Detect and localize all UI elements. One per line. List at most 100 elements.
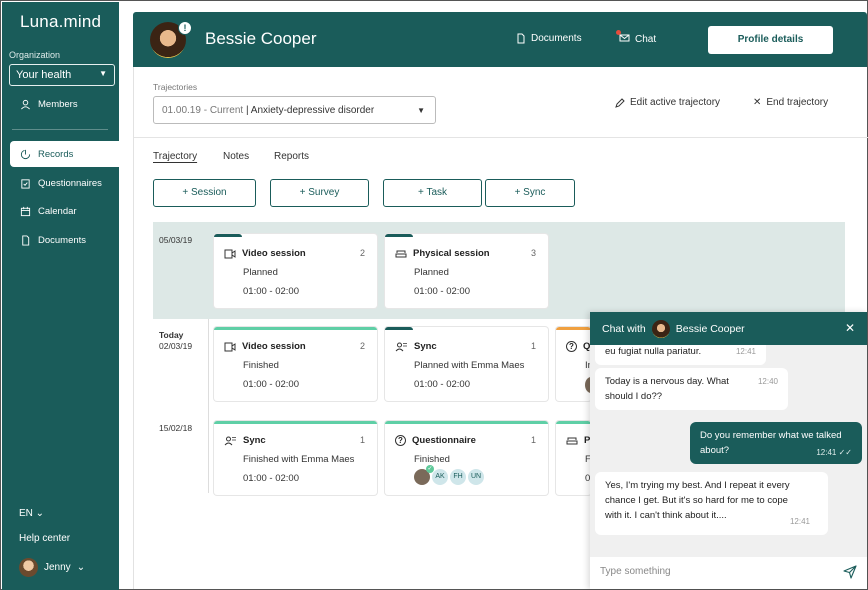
session-card[interactable]: P F 0 bbox=[556, 421, 591, 495]
patient-name: Bessie Cooper bbox=[205, 29, 317, 48]
help-circle-icon: ? bbox=[566, 341, 577, 352]
video-icon bbox=[224, 342, 236, 351]
sync-card[interactable]: Sync 1 Finished with Emma Maes 01:00 - 0… bbox=[214, 421, 377, 495]
sync-card[interactable]: Sync 1 Planned with Emma Maes 01:00 - 02… bbox=[385, 327, 548, 401]
sidebar-item-documents[interactable]: Documents bbox=[2, 227, 119, 253]
tab-trajectory[interactable]: Trajectory bbox=[153, 151, 197, 162]
document-icon bbox=[517, 33, 525, 44]
documents-link[interactable]: Documents bbox=[516, 33, 582, 44]
date-label: 05/03/19 bbox=[159, 235, 193, 245]
questionnaire-card[interactable]: ? Questionnaire 1 Finished ✓ AK FH UN bbox=[385, 421, 548, 495]
status-bar bbox=[556, 327, 591, 330]
members-icon bbox=[21, 99, 30, 109]
avatar-initials: FH bbox=[450, 469, 466, 485]
card-status: Planned bbox=[243, 267, 278, 278]
timeline-line bbox=[208, 319, 209, 493]
chat-title: Chat with bbox=[602, 322, 646, 335]
clipboard-icon bbox=[21, 178, 30, 189]
card-time: 01:00 - 02:00 bbox=[243, 286, 299, 297]
couch-icon bbox=[566, 437, 578, 444]
organization-label: Organization bbox=[9, 50, 61, 60]
card-time: 01:00 - 02:00 bbox=[243, 473, 299, 484]
divider bbox=[134, 137, 868, 138]
status-bar bbox=[214, 327, 377, 330]
sidebar-item-label: Documents bbox=[38, 234, 87, 246]
sidebar-item-calendar[interactable]: Calendar bbox=[2, 198, 119, 224]
sidebar-item-label: Calendar bbox=[38, 205, 77, 217]
document-icon bbox=[22, 234, 30, 246]
couch-icon bbox=[395, 250, 407, 257]
records-icon bbox=[20, 149, 31, 159]
send-icon[interactable] bbox=[843, 565, 857, 579]
organization-select[interactable]: Your health ▼ bbox=[9, 64, 115, 86]
add-survey-button[interactable]: + Survey bbox=[270, 179, 369, 207]
questionnaire-card[interactable]: ?Q In bbox=[556, 327, 591, 401]
chat-link[interactable]: Chat bbox=[616, 30, 656, 46]
card-time: 01:00 - 02:00 bbox=[243, 379, 299, 390]
pencil-icon bbox=[615, 97, 625, 108]
unread-dot bbox=[616, 30, 621, 35]
chat-contact-name: Bessie Cooper bbox=[675, 322, 745, 335]
help-circle-icon: ? bbox=[395, 435, 406, 446]
chat-messages: eu fugiat nulla pariatur. 12:41 Today is… bbox=[590, 345, 867, 557]
add-sync-button[interactable]: + Sync bbox=[485, 179, 575, 207]
app-window: Luna.mind Organization Your health ▼ Mem… bbox=[0, 0, 868, 590]
status-bar bbox=[556, 421, 591, 424]
user-name: Jenny bbox=[44, 562, 71, 573]
add-task-button[interactable]: + Task bbox=[383, 179, 482, 207]
message-incoming: Today is a nervous day. What should I do… bbox=[595, 368, 788, 410]
users-icon bbox=[395, 342, 407, 351]
sidebar-item-questionnaires[interactable]: Questionnaires bbox=[2, 170, 119, 196]
close-icon[interactable]: ✕ bbox=[845, 321, 855, 335]
add-session-button[interactable]: + Session bbox=[153, 179, 256, 207]
session-card[interactable]: Physical session 3 Planned 01:00 - 02:00 bbox=[385, 234, 548, 308]
card-status: Finished with Emma Maes bbox=[243, 454, 355, 465]
patient-header: ! Bessie Cooper Documents Chat Profile d… bbox=[133, 12, 867, 67]
avatar-initials: AK bbox=[432, 469, 448, 485]
card-status: Planned bbox=[414, 267, 449, 278]
language-selector[interactable]: EN ⌄ bbox=[19, 508, 44, 519]
tab-reports[interactable]: Reports bbox=[274, 151, 309, 162]
sidebar-item-records[interactable]: Records bbox=[10, 141, 119, 167]
chat-panel: Chat with Bessie Cooper ✕ eu fugiat null… bbox=[590, 312, 867, 589]
sidebar-item-label: Records bbox=[38, 148, 74, 160]
sidebar-divider bbox=[12, 129, 108, 130]
edit-trajectory-button[interactable]: Edit active trajectory bbox=[615, 97, 720, 108]
session-card[interactable]: Video session 2 Finished 01:00 - 02:00 bbox=[214, 327, 377, 401]
card-count: 2 bbox=[359, 248, 365, 258]
message-incoming: eu fugiat nulla pariatur. 12:41 bbox=[595, 345, 766, 365]
trajectory-select[interactable]: 01.00.19 - Current | Anxiety-depressive … bbox=[153, 96, 436, 124]
status-bar bbox=[385, 421, 548, 424]
card-count: 1 bbox=[530, 435, 536, 445]
avatar bbox=[19, 558, 38, 577]
session-card[interactable]: Video session 2 Planned 01:00 - 02:00 bbox=[214, 234, 377, 308]
info-badge-icon[interactable]: ! bbox=[178, 21, 192, 35]
today-label: Today bbox=[159, 330, 184, 340]
card-time: 01:00 - 02:00 bbox=[414, 286, 470, 297]
avatar bbox=[651, 319, 670, 338]
sidebar-item-label: Members bbox=[38, 98, 78, 110]
chat-message-input[interactable]: Type something bbox=[590, 557, 867, 589]
message-incoming: Yes, I'm trying my best. And I repeat it… bbox=[595, 472, 828, 535]
close-icon: ✕ bbox=[753, 97, 762, 108]
help-center-link[interactable]: Help center bbox=[19, 533, 70, 544]
card-status: Finished bbox=[243, 360, 279, 371]
avatar-initials: UN bbox=[468, 469, 484, 485]
date-label: 02/03/19 bbox=[159, 341, 193, 351]
card-time: 01:00 - 02:00 bbox=[414, 379, 470, 390]
date-label: 15/02/18 bbox=[159, 423, 193, 433]
tab-notes[interactable]: Notes bbox=[223, 151, 249, 162]
status-bar bbox=[214, 421, 377, 424]
organization-value: Your health bbox=[16, 69, 72, 81]
message-outgoing: Do you remember what we talked about? 12… bbox=[690, 422, 862, 464]
caret-down-icon: ▼ bbox=[417, 106, 425, 115]
card-count: 1 bbox=[530, 341, 536, 351]
status-bar bbox=[214, 234, 242, 237]
user-menu[interactable]: Jenny ⌄ bbox=[19, 558, 85, 577]
participant-avatars: ✓ AK FH UN bbox=[414, 465, 486, 485]
chat-icon bbox=[619, 34, 630, 42]
sidebar-item-members[interactable]: Members bbox=[2, 91, 119, 117]
video-icon bbox=[224, 249, 236, 258]
end-trajectory-button[interactable]: ✕ End trajectory bbox=[753, 97, 828, 108]
profile-details-button[interactable]: Profile details bbox=[708, 26, 833, 54]
